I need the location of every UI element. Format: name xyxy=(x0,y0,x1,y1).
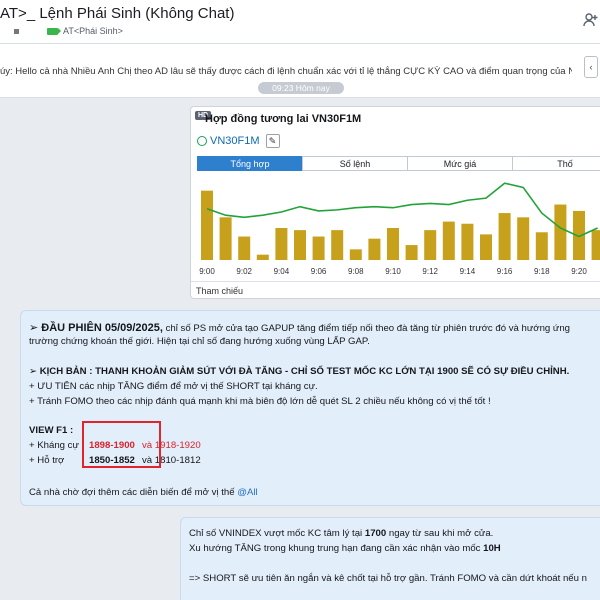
volume-bar xyxy=(275,228,288,260)
msg1-scenario: ➢ KỊCH BẢN : THANH KHOẢN GIẢM SÚT VỚI ĐÀ… xyxy=(29,366,570,377)
volume-bar xyxy=(498,213,511,260)
volume-bar xyxy=(219,217,232,260)
msg1-fomo: + Tránh FOMO theo các nhịp đánh quá mạnh… xyxy=(29,396,491,407)
edit-button[interactable]: ✎ xyxy=(265,134,280,148)
pencil-icon: ✎ xyxy=(268,136,277,146)
volume-bar xyxy=(424,230,437,260)
x-tick-label: 9:08 xyxy=(348,267,364,276)
x-tick-label: 9:10 xyxy=(385,267,401,276)
tag-icon xyxy=(47,27,61,35)
msg1-line2: trường chứng khoán thế giới. Hiện tại ch… xyxy=(29,336,370,347)
chat-subtitle-row: AT<Phái Sinh> xyxy=(14,26,123,36)
msg1-view-f1: VIEW F1 : xyxy=(29,425,74,436)
volume-bar xyxy=(535,232,548,260)
msg1-line1: ➢ ĐẦU PHIÊN 05/09/2025, chỉ số PS mở cửa… xyxy=(29,322,571,334)
msg1-resistance: + Kháng cự 1898-1900 và 1918-1920 xyxy=(29,440,201,451)
card-title: Hợp đồng tương lai VN30F1M xyxy=(205,113,362,125)
member-icon xyxy=(14,28,19,34)
chat-title: AT>_ Lệnh Phái Sinh (Không Chat) xyxy=(0,5,235,22)
mention-all[interactable]: @All xyxy=(237,487,257,498)
volume-bar xyxy=(591,230,600,260)
chevron-left-icon: ‹ xyxy=(589,62,593,72)
chart-tabs: Tổng hợp Số lệnh Mức giá Thố xyxy=(197,156,600,171)
volume-bar xyxy=(349,249,362,260)
volume-bar xyxy=(331,230,344,260)
msg2-line1: Chỉ số VNINDEX vượt mốc KC tâm lý tại 17… xyxy=(189,528,494,539)
tab-so-lenh[interactable]: Số lệnh xyxy=(302,156,408,171)
volume-bar xyxy=(461,223,474,260)
volume-bar xyxy=(256,254,269,260)
tab-muc-gia[interactable]: Mức giá xyxy=(407,156,513,171)
volume-bar xyxy=(554,204,567,260)
x-tick-label: 9:06 xyxy=(311,267,327,276)
chat-subtitle[interactable]: AT<Phái Sinh> xyxy=(63,26,123,36)
volume-bar xyxy=(294,230,306,260)
session-heading: ➢ ĐẦU PHIÊN 05/09/2025, xyxy=(29,322,163,334)
collapse-pinned-button[interactable]: ‹ xyxy=(584,56,598,78)
pinned-message-text[interactable]: úy: Hello cả nhà Nhiều Anh Chị theo AD l… xyxy=(0,66,572,77)
chat-header: AT>_ Lệnh Phái Sinh (Không Chat) AT<Phái… xyxy=(0,0,600,44)
x-tick-label: 9:02 xyxy=(236,267,252,276)
tab-thong-ke[interactable]: Thố xyxy=(512,156,600,171)
symbol-label[interactable]: VN30F1M xyxy=(210,135,260,147)
intraday-chart: 9:00 9:02 9:04 9:06 9:08 9:10 9:12 9:14 9:16 9:18… xyxy=(199,182,600,276)
x-tick-label: 9:14 xyxy=(460,267,476,276)
x-tick-label: 9:20 xyxy=(571,267,587,276)
volume-bar xyxy=(405,245,418,260)
tab-tong-hop[interactable]: Tổng hợp xyxy=(197,156,303,171)
volume-bar xyxy=(312,236,325,260)
msg2-line2: Xu hướng TĂNG trong khung trung hạn đang… xyxy=(189,543,501,554)
volume-bar xyxy=(387,228,399,260)
vnindex-message[interactable]: Chỉ số VNINDEX vượt mốc KC tâm lý tại 17… xyxy=(180,517,600,600)
add-user-icon[interactable] xyxy=(582,12,600,30)
x-tick-label: 9:18 xyxy=(534,267,550,276)
resistance-2: 1918-1920 xyxy=(154,440,201,451)
volume-bar xyxy=(480,234,492,260)
volume-bar xyxy=(368,238,381,260)
x-tick-label: 9:04 xyxy=(274,267,290,276)
volume-bar xyxy=(201,190,213,260)
volume-bar xyxy=(517,217,530,260)
refresh-icon xyxy=(197,136,207,146)
time-divider: 09:23 Hôm nay xyxy=(258,82,344,94)
futures-contract-card[interactable]: HD Hợp đồng tương lai VN30F1M VN30F1M ✎ … xyxy=(190,106,600,299)
x-tick-label: 9:16 xyxy=(497,267,513,276)
msg1-support: + Hỗ trợ 1850-1852 và 1810-1812 xyxy=(29,455,201,466)
highlight-box xyxy=(82,421,161,468)
volume-bar xyxy=(238,236,251,260)
chart-footer: Tham chiếu xyxy=(191,281,600,298)
msg2-line3: => SHORT sẽ ưu tiên ăn ngắn và kê chốt t… xyxy=(189,573,587,584)
volume-bar xyxy=(442,221,455,260)
msg1-priority: + ƯU TIÊN các nhịp TĂNG điểm để mở vị th… xyxy=(29,381,318,392)
msg1-closing: Cả nhà chờ đợi thêm các diễn biến để mở … xyxy=(29,487,258,498)
analysis-message[interactable]: ➢ ĐẦU PHIÊN 05/09/2025, chỉ số PS mở cửa… xyxy=(20,310,600,506)
x-tick-label: 9:12 xyxy=(422,267,438,276)
symbol-row: VN30F1M ✎ xyxy=(197,134,280,148)
price-line xyxy=(206,182,598,238)
x-tick-label: 9:00 xyxy=(199,267,215,276)
